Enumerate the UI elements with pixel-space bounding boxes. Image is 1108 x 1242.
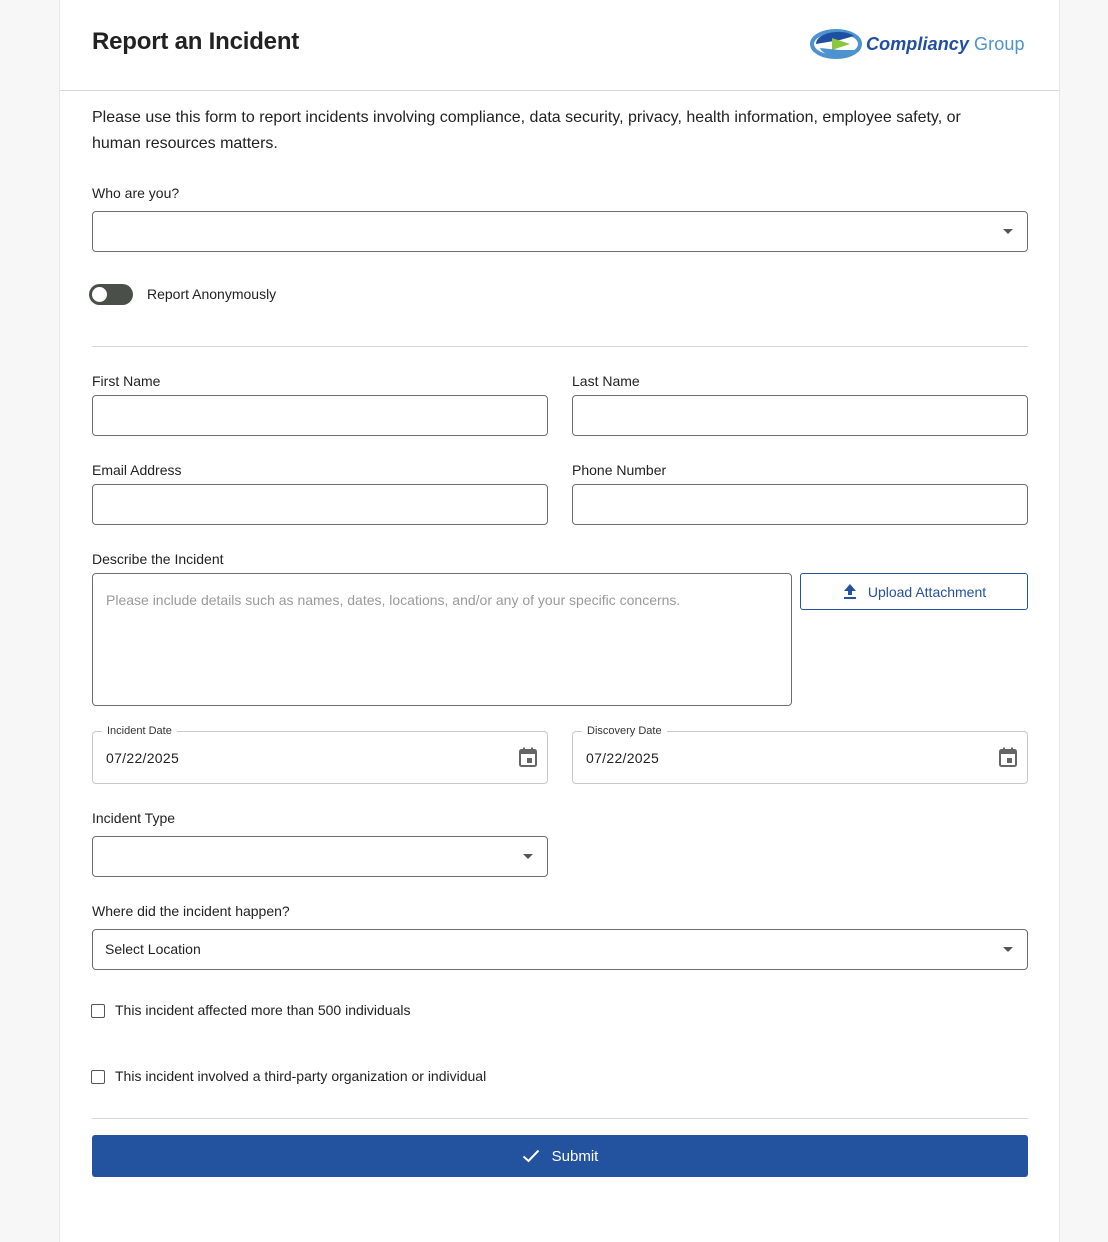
who-are-you-select[interactable] [92, 211, 1028, 252]
phone-label: Phone Number [572, 462, 667, 478]
upload-icon [843, 584, 856, 599]
location-label: Where did the incident happen? [92, 903, 290, 919]
toggle-knob [92, 287, 107, 302]
submit-button[interactable]: Submit [92, 1135, 1028, 1177]
discovery-date-field[interactable]: Discovery Date 07/22/2025 [572, 725, 1028, 784]
incident-form-card: Report an Incident Compliancy Group Pleas… [59, 0, 1060, 1242]
check-icon [522, 1149, 539, 1163]
location-value: Select Location [105, 941, 201, 957]
first-name-field[interactable] [92, 395, 548, 436]
phone-input[interactable] [573, 485, 1027, 524]
first-name-input[interactable] [93, 396, 547, 435]
upload-attachment-button[interactable]: Upload Attachment [800, 573, 1028, 610]
incident-type-select[interactable] [92, 836, 548, 877]
incident-date-value: 07/22/2025 [106, 750, 180, 766]
section-divider [92, 1118, 1028, 1119]
who-are-you-label: Who are you? [92, 185, 180, 201]
section-divider [92, 346, 1028, 347]
last-name-label: Last Name [572, 373, 640, 389]
email-input[interactable] [93, 485, 547, 524]
location-select[interactable]: Select Location [92, 929, 1028, 970]
submit-label: Submit [551, 1147, 599, 1165]
email-field[interactable] [92, 484, 548, 525]
incident-date-field[interactable]: Incident Date 07/22/2025 [92, 725, 548, 784]
chevron-down-icon [523, 853, 533, 859]
incident-date-label: Incident Date [102, 725, 177, 737]
logo-primary-text: Compliancy [866, 33, 970, 54]
affected-500-checkbox[interactable] [91, 1004, 105, 1018]
third-party-checkbox[interactable] [91, 1070, 105, 1084]
phone-field[interactable] [572, 484, 1028, 525]
company-logo: Compliancy Group [810, 24, 1025, 64]
report-anonymously-label: Report Anonymously [147, 286, 277, 302]
describe-incident-textarea[interactable] [92, 573, 792, 706]
describe-incident-label: Describe the Incident [92, 551, 224, 567]
report-anonymously-toggle[interactable] [89, 284, 133, 305]
third-party-label: This incident involved a third-party org… [115, 1068, 487, 1084]
calendar-icon[interactable] [998, 747, 1018, 768]
compliancy-logo-icon [810, 29, 862, 59]
calendar-icon[interactable] [518, 747, 538, 768]
logo-text: Compliancy Group [866, 34, 1025, 55]
form-header: Report an Incident Compliancy Group [60, 0, 1059, 91]
discovery-date-label: Discovery Date [582, 725, 667, 737]
last-name-field[interactable] [572, 395, 1028, 436]
chevron-down-icon [1003, 228, 1013, 234]
page-title: Report an Incident [92, 28, 300, 55]
upload-attachment-label: Upload Attachment [867, 583, 987, 600]
incident-type-label: Incident Type [92, 810, 176, 826]
email-label: Email Address [92, 462, 182, 478]
logo-secondary-text: Group [974, 33, 1025, 54]
affected-500-label: This incident affected more than 500 ind… [115, 1002, 411, 1018]
first-name-label: First Name [92, 373, 161, 389]
discovery-date-value: 07/22/2025 [586, 750, 660, 766]
last-name-input[interactable] [573, 396, 1027, 435]
chevron-down-icon [1003, 946, 1013, 952]
intro-text: Please use this form to report incidents… [92, 109, 961, 152]
